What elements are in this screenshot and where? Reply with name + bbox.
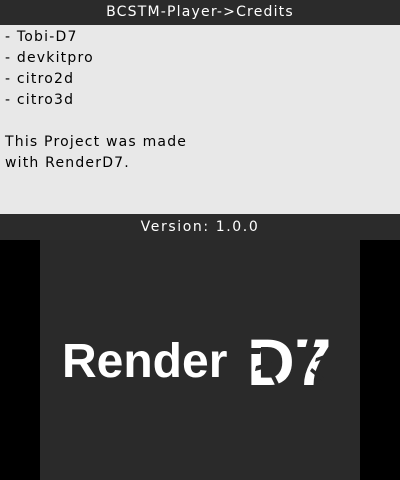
logo-text-d7: D7 <box>247 325 331 399</box>
logo-text-render: Render <box>62 335 227 388</box>
description-line: This Project was made <box>5 134 188 150</box>
description-line: with RenderD7. <box>5 155 130 171</box>
renderd7-splash: Render D7 <box>40 240 360 480</box>
bottom-screen: Render D7 <box>0 240 400 480</box>
version-label: Version: 1.0.0 <box>140 219 260 235</box>
title-bar: BCSTM-Player->Credits <box>0 0 400 25</box>
credit-item: - devkitpro <box>5 50 94 66</box>
renderd7-logo: Render D7 <box>62 325 331 399</box>
credits-panel: - Tobi-D7 - devkitpro - citro2d - citro3… <box>0 25 400 214</box>
credit-item: - citro2d <box>5 71 75 87</box>
credit-item: - citro3d <box>5 92 75 108</box>
top-screen: BCSTM-Player->Credits - Tobi-D7 - devkit… <box>0 0 400 240</box>
credit-item: - Tobi-D7 <box>5 29 78 45</box>
version-bar: Version: 1.0.0 <box>0 214 400 240</box>
page-title: BCSTM-Player->Credits <box>106 4 294 20</box>
